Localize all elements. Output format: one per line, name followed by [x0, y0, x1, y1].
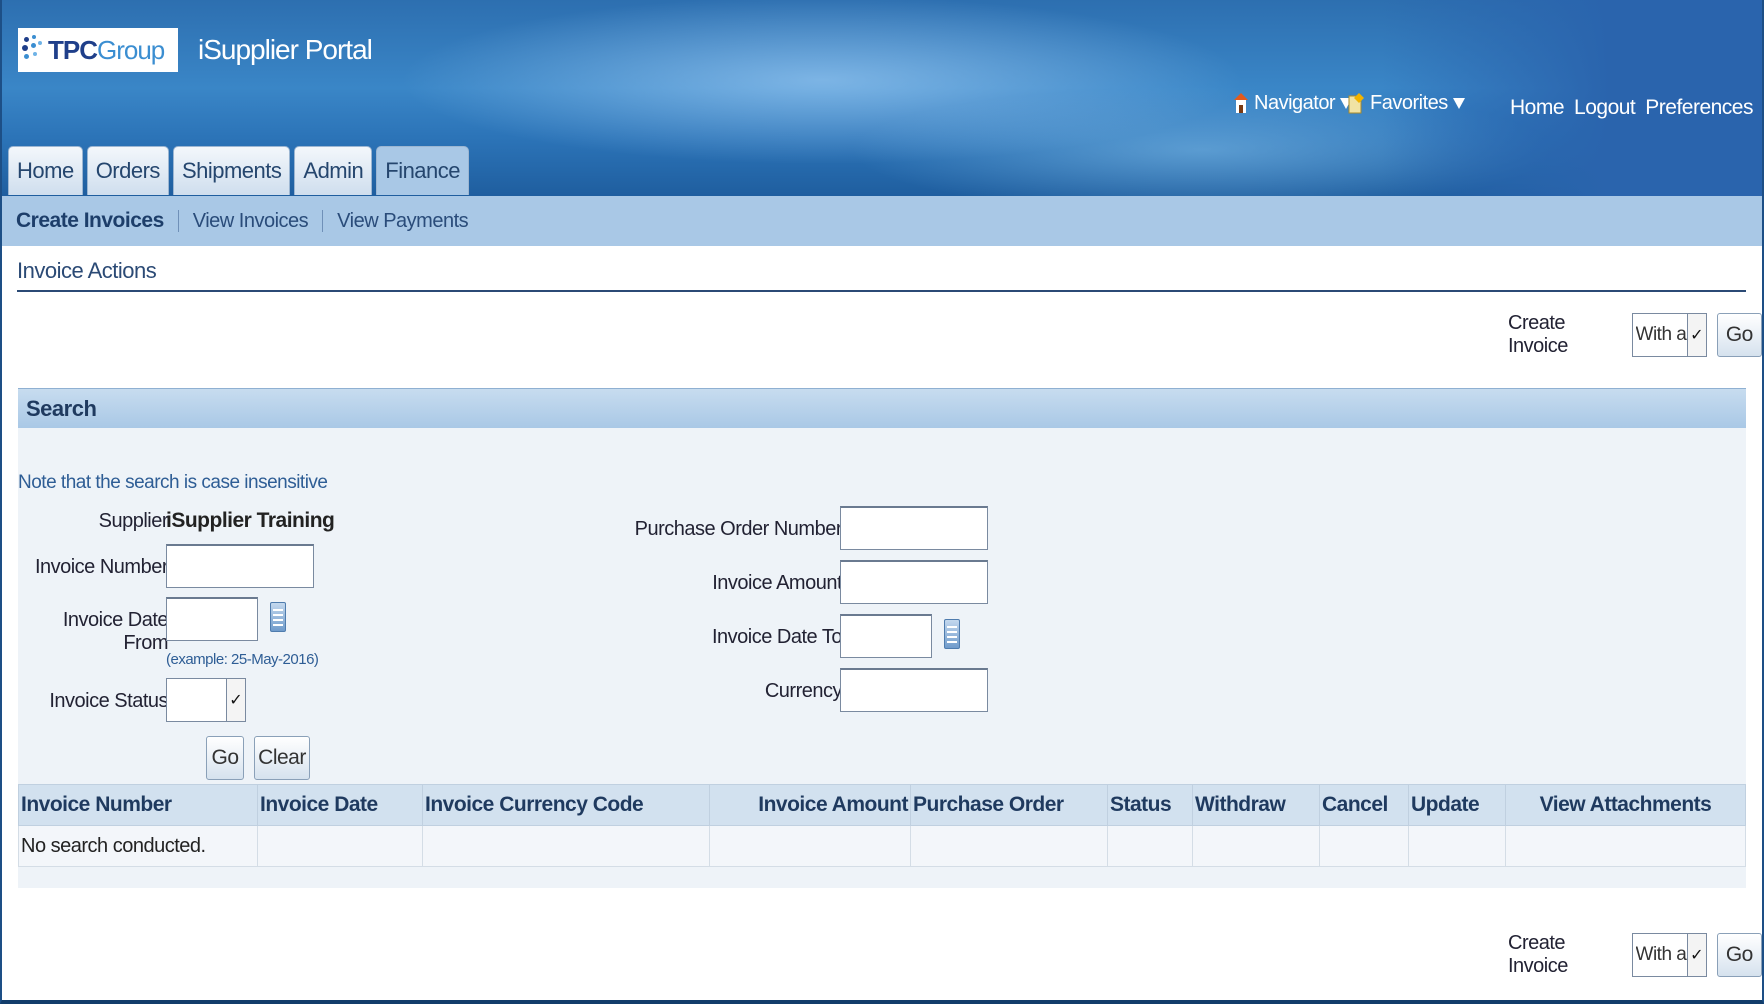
column-header: Invoice Currency Code	[422, 784, 710, 826]
page-title: Invoice Actions	[17, 258, 157, 283]
invoice-date-to-label: Invoice Date To	[712, 626, 843, 648]
invoice-number-label: Invoice Number	[34, 556, 169, 578]
column-header: Invoice Amount	[709, 784, 911, 826]
app-window: TPCGroup iSupplier Portal Navigator Favo…	[0, 0, 1764, 1004]
column-header: Withdraw	[1192, 784, 1320, 826]
invoice-amount-input[interactable]	[840, 560, 988, 604]
invoice-status-label: Invoice Status	[49, 690, 168, 712]
tpc-group-logo[interactable]: TPCGroup	[18, 28, 178, 72]
home-link[interactable]: Home	[1510, 96, 1565, 120]
invoice-date-from-label: Invoice Date From	[62, 609, 169, 654]
portal-title: iSupplier Portal	[198, 34, 373, 65]
column-header: Purchase Order	[910, 784, 1108, 826]
column-header: Status	[1107, 784, 1193, 826]
create-invoice-select[interactable]: With a PO ✓	[1631, 933, 1707, 977]
currency-input[interactable]	[840, 668, 988, 712]
favorites-icon	[1348, 92, 1364, 113]
create-invoice-top: Create Invoice With a PO ✓ Go	[1508, 312, 1762, 358]
subtab-divider	[322, 210, 324, 232]
search-go-button[interactable]: Go	[206, 736, 244, 780]
table-row: No search conducted.	[18, 825, 1746, 867]
empty-message: No search conducted.	[18, 825, 258, 867]
portal-header: TPCGroup iSupplier Portal Navigator Favo…	[2, 0, 1762, 196]
currency-label: Currency	[764, 680, 843, 702]
column-header: Invoice Number	[18, 784, 258, 826]
supplier-value: iSupplier Training	[166, 509, 335, 532]
create-invoice-select[interactable]: With a PO ✓	[1631, 313, 1707, 357]
search-note: Note that the search is case insensitive	[18, 472, 328, 493]
subtab-view-invoices[interactable]: View Invoices	[193, 210, 309, 233]
invoice-date-to-input[interactable]	[840, 614, 932, 658]
chevron-down-icon: ✓	[226, 679, 245, 721]
create-invoice-go-button[interactable]: Go	[1716, 313, 1762, 357]
date-format-hint: (example: 25-May-2016)	[166, 651, 319, 668]
create-invoice-label: Create Invoice	[1508, 932, 1568, 977]
invoice-number-input[interactable]	[166, 544, 314, 588]
subtab-divider	[177, 210, 179, 232]
search-clear-button[interactable]: Clear	[254, 736, 310, 780]
heading-divider	[17, 290, 1746, 292]
preferences-link[interactable]: Preferences	[1645, 96, 1753, 120]
tab-orders[interactable]: Orders	[86, 146, 169, 195]
invoice-status-select[interactable]: ✓	[166, 678, 246, 722]
favorites-label: Favorites	[1370, 92, 1448, 114]
tab-finance[interactable]: Finance	[376, 146, 470, 195]
invoice-amount-label: Invoice Amount	[712, 572, 842, 594]
subtab-view-payments[interactable]: View Payments	[337, 210, 468, 233]
logout-link[interactable]: Logout	[1574, 96, 1636, 120]
column-header: Invoice Date	[257, 784, 423, 826]
column-header: Cancel	[1319, 784, 1409, 826]
po-number-input[interactable]	[840, 506, 988, 550]
favorites-dropdown-icon	[1452, 98, 1465, 109]
column-header: Update	[1408, 784, 1506, 826]
search-header: Search	[18, 388, 1746, 428]
subtab-create-invoices[interactable]: Create Invoices	[16, 209, 164, 233]
calendar-icon[interactable]	[270, 602, 286, 632]
table-header-row: Invoice Number Invoice Date Invoice Curr…	[18, 784, 1746, 826]
chevron-down-icon: ✓	[1686, 934, 1706, 976]
favorites-menu[interactable]: Favorites	[1348, 92, 1465, 115]
navigator-menu[interactable]: Navigator	[1234, 92, 1353, 115]
create-invoice-go-button[interactable]: Go	[1716, 933, 1762, 977]
navigator-label: Navigator	[1254, 92, 1336, 114]
tab-shipments[interactable]: Shipments	[172, 146, 291, 195]
logo-dots-icon	[22, 35, 44, 65]
create-invoice-bottom: Create Invoice With a PO ✓ Go	[1508, 932, 1762, 978]
chevron-down-icon: ✓	[1686, 314, 1706, 356]
tab-admin[interactable]: Admin	[294, 146, 373, 195]
global-links: Home Logout Preferences	[1510, 96, 1753, 120]
create-invoice-label: Create Invoice	[1508, 312, 1568, 357]
main-tabs: Home Orders Shipments Admin Finance	[8, 146, 470, 195]
results-table: Invoice Number Invoice Date Invoice Curr…	[18, 784, 1746, 867]
column-header: View Attachments	[1505, 784, 1746, 826]
search-region: Search Note that the search is case inse…	[18, 388, 1746, 888]
tab-home[interactable]: Home	[8, 146, 83, 195]
navigator-home-icon	[1234, 92, 1248, 113]
calendar-icon[interactable]	[944, 619, 960, 649]
invoice-date-from-input[interactable]	[166, 597, 258, 641]
logo-wordmark: TPCGroup	[48, 34, 165, 65]
po-number-label: Purchase Order Number	[634, 518, 843, 540]
supplier-label: Supplier	[98, 510, 169, 532]
subtab-bar: Create Invoices View Invoices View Payme…	[2, 196, 1762, 246]
